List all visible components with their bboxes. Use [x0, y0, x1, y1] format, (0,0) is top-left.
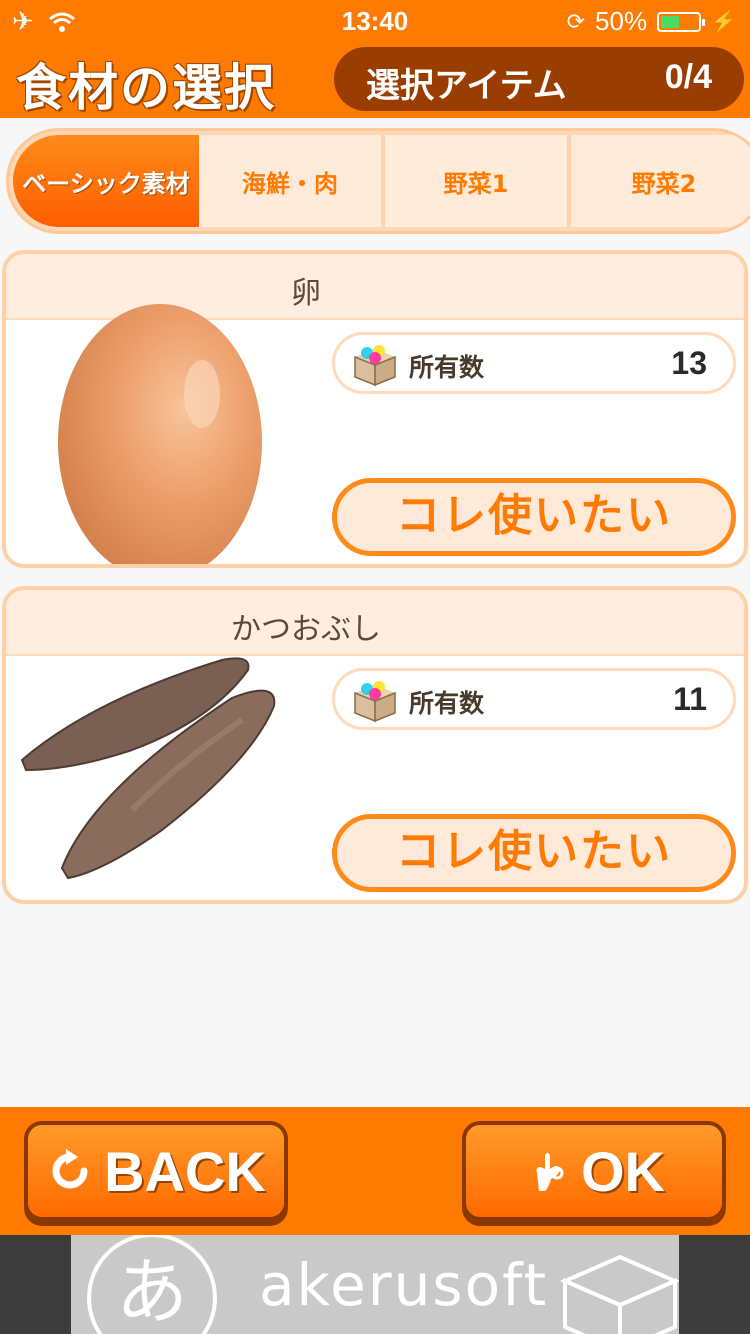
hand-ok-icon — [536, 1153, 564, 1191]
owned-count-pill: 所有数 11 — [332, 668, 736, 730]
tab-seafood-meat[interactable]: 海鮮・肉 — [199, 135, 385, 227]
use-ingredient-button[interactable]: コレ使いたい — [332, 814, 736, 892]
ad-banner[interactable]: あ akerusoft — [71, 1235, 679, 1334]
bottom-bar: BACK OK — [0, 1107, 750, 1235]
selected-items-count: 0/4 — [664, 58, 712, 96]
owned-count-pill: 所有数 13 — [332, 332, 736, 394]
ingredient-card: かつおぶし 所有数 11 コレ使いたい — [2, 586, 748, 904]
battery-icon — [657, 11, 706, 32]
owned-label: 所有数 — [409, 689, 485, 718]
ad-brand: akerusoft — [259, 1251, 549, 1319]
ad-logo: あ — [87, 1235, 217, 1334]
charging-icon: ⚡ — [711, 11, 736, 33]
item-box-icon — [354, 345, 396, 387]
status-bar: ✈ 13:40 ⟳ 50% ⚡ — [0, 0, 750, 40]
owned-count: 13 — [671, 345, 707, 381]
back-button[interactable]: BACK — [24, 1121, 288, 1221]
owned-count: 11 — [673, 681, 707, 717]
selected-items-indicator: 選択アイテム 0/4 — [334, 47, 744, 111]
ad-area: あ akerusoft — [0, 1235, 750, 1334]
use-ingredient-button[interactable]: コレ使いたい — [332, 478, 736, 556]
ingredient-card: 卵 所有数 13 コレ使いたい — [2, 250, 748, 568]
tab-basic[interactable]: ベーシック素材 — [13, 135, 199, 227]
owned-label: 所有数 — [409, 353, 485, 382]
tab-vegetables-1[interactable]: 野菜1 — [385, 135, 571, 227]
rotation-lock-icon: ⟳ — [566, 8, 586, 34]
ok-label: OK — [581, 1139, 665, 1203]
box-outline-icon — [559, 1254, 679, 1334]
back-arrow-icon — [52, 1149, 88, 1189]
egg-image — [58, 304, 262, 564]
ok-button[interactable]: OK — [462, 1121, 726, 1221]
katsuobushi-image — [20, 657, 276, 880]
tab-vegetables-2[interactable]: 野菜2 — [571, 135, 750, 227]
header: 食材の選択 選択アイテム 0/4 — [0, 40, 750, 118]
item-box-icon — [354, 681, 396, 723]
category-tabs: ベーシック素材 海鮮・肉 野菜1 野菜2 — [6, 128, 750, 234]
selected-items-label: 選択アイテム — [366, 66, 567, 106]
page-title: 食材の選択 — [16, 59, 276, 117]
battery-percent: 50% — [595, 6, 648, 36]
back-label: BACK — [104, 1139, 266, 1203]
